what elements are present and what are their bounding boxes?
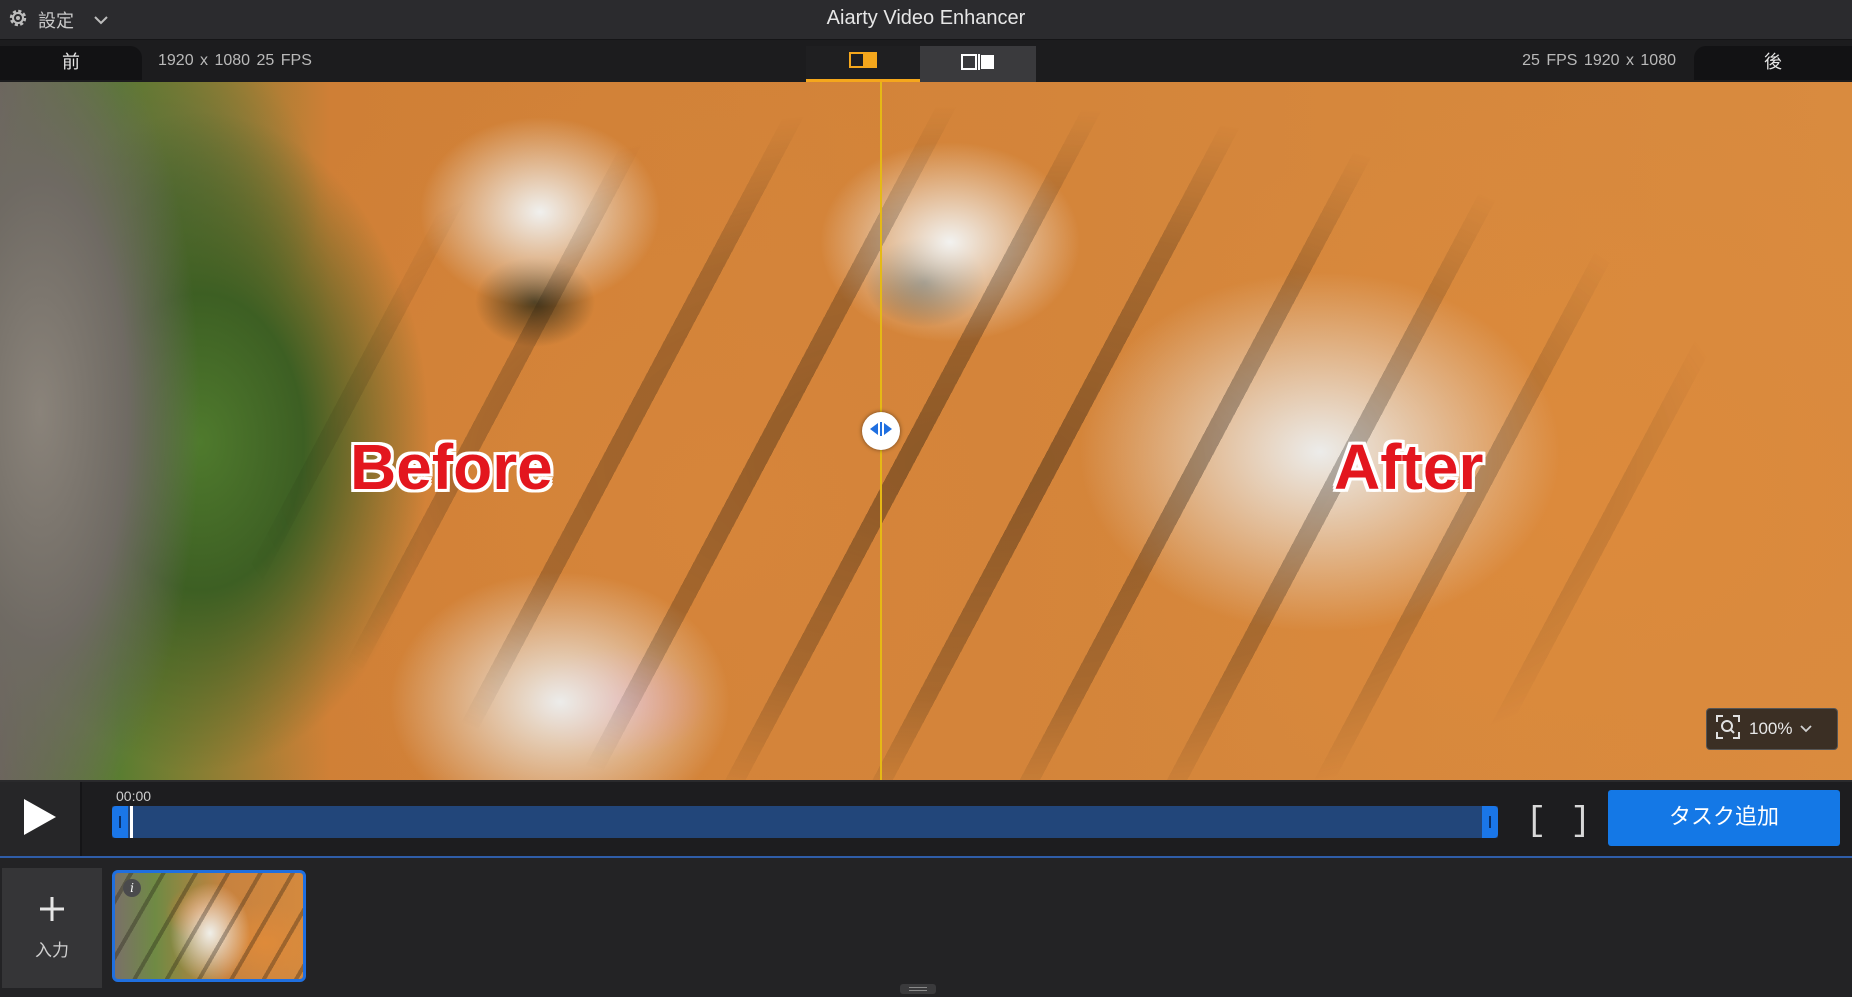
- media-tray: 入力 i: [0, 856, 1852, 997]
- set-start-marker-button[interactable]: [: [1526, 803, 1546, 841]
- play-icon: [22, 797, 58, 842]
- trim-start-handle[interactable]: [112, 806, 128, 838]
- add-input-button[interactable]: 入力: [2, 868, 102, 988]
- zoom-value: 100%: [1749, 719, 1793, 738]
- side-by-side-view-icon: [961, 53, 995, 75]
- timeline-bar: 00:00 [ ] タスク追加: [0, 780, 1852, 856]
- after-tag: 後: [1694, 46, 1852, 80]
- add-input-label: 入力: [35, 941, 69, 961]
- after-overlay-label: After: [1334, 431, 1484, 503]
- side-by-side-view-button[interactable]: [920, 46, 1036, 82]
- split-view-button[interactable]: [806, 46, 920, 82]
- chevron-down-icon: [1800, 720, 1813, 738]
- before-tag: 前: [0, 46, 142, 80]
- panel-resize-handle[interactable]: [900, 984, 936, 994]
- zoom-control[interactable]: 100%: [1706, 708, 1838, 750]
- drag-arrows-icon: [868, 420, 894, 443]
- zoom-icon: [1715, 714, 1741, 745]
- after-video-meta: 25 FPS 1920 x 1080: [1522, 52, 1676, 69]
- thumbnail-texture: [115, 873, 303, 979]
- video-thumbnail[interactable]: i: [112, 870, 306, 982]
- title-bar: 設定 Aiarty Video Enhancer: [0, 0, 1852, 40]
- trim-end-handle[interactable]: [1482, 806, 1498, 838]
- before-overlay-label: Before: [350, 431, 553, 503]
- add-task-button[interactable]: タスク追加: [1608, 790, 1840, 846]
- plus-icon: [38, 895, 66, 928]
- app-title: Aiarty Video Enhancer: [826, 7, 1026, 29]
- preview-image-texture: [0, 82, 1852, 780]
- timeline-track[interactable]: [112, 806, 1498, 838]
- current-time: 00:00: [116, 788, 152, 804]
- preview-viewer[interactable]: Before After 100%: [0, 82, 1852, 780]
- compare-info-bar: 前 1920 x 1080 25 FPS 25 FPS 1920 x 1080 …: [0, 40, 1852, 82]
- compare-slider-handle[interactable]: [862, 412, 900, 450]
- app-window: 設定 Aiarty Video Enhancer 前 1920 x 1080 2…: [0, 0, 1852, 997]
- split-view-icon: [849, 52, 877, 73]
- set-end-marker-button[interactable]: ]: [1570, 803, 1590, 841]
- playhead[interactable]: [130, 806, 133, 838]
- trim-markers: [ ]: [1526, 803, 1591, 841]
- before-video-meta: 1920 x 1080 25 FPS: [158, 52, 312, 69]
- info-icon[interactable]: i: [123, 879, 141, 897]
- play-button[interactable]: [0, 782, 82, 856]
